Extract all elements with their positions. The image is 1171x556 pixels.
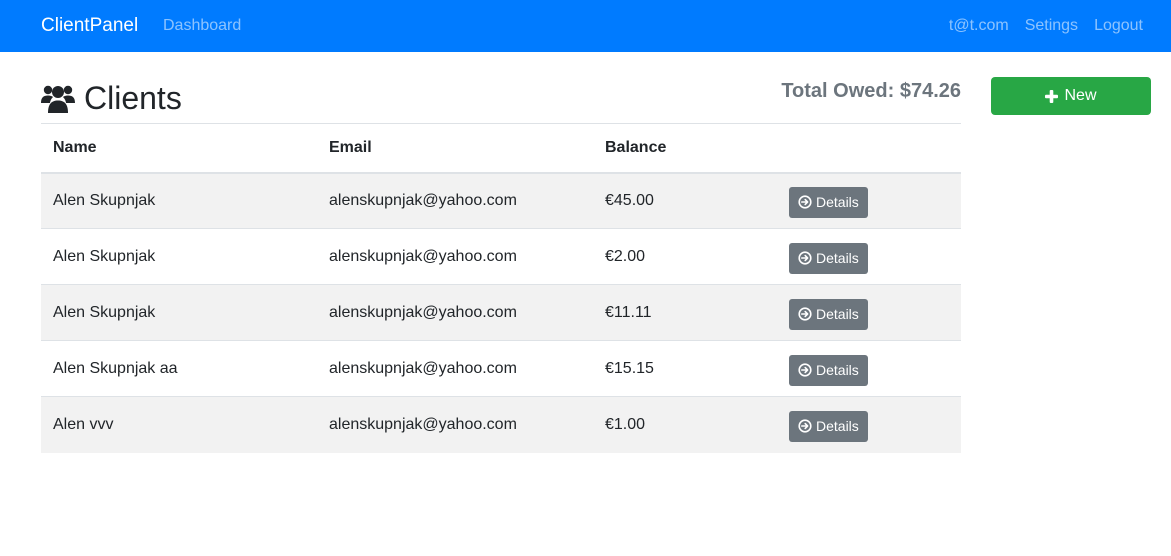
details-button-label: Details (816, 418, 859, 435)
details-button[interactable]: Details (789, 354, 868, 386)
header-name: Name (41, 123, 317, 174)
arrow-circle-right-icon (798, 363, 812, 377)
details-button-label: Details (816, 194, 859, 211)
client-actions-cell: Details (777, 228, 961, 285)
client-name-cell: Alen Skupnjak aa (41, 340, 317, 397)
table-row: Alen Skupnjak alenskupnjak@yahoo.com €2.… (41, 228, 961, 285)
nav-right-group: t@t.com Setings Logout (949, 15, 1143, 37)
table-row: Alen Skupnjak aa alenskupnjak@yahoo.com … (41, 340, 961, 397)
client-email-cell: alenskupnjak@yahoo.com (317, 284, 593, 341)
arrow-circle-right-icon (798, 419, 812, 433)
table-header-row: Name Email Balance (41, 123, 961, 174)
nav-settings-link[interactable]: Setings (1025, 15, 1078, 37)
details-button[interactable]: Details (789, 298, 868, 330)
plus-icon (1045, 89, 1059, 103)
clients-table: Name Email Balance Alen Skupnjak alensku… (41, 123, 961, 453)
client-name-cell: Alen Skupnjak (41, 228, 317, 285)
nav-logout-link[interactable]: Logout (1094, 15, 1143, 37)
client-name-cell: Alen Skupnjak (41, 284, 317, 341)
brand-link[interactable]: ClientPanel (41, 13, 138, 39)
details-button-label: Details (816, 306, 859, 322)
details-button[interactable]: Details (789, 186, 868, 218)
client-email-cell: alenskupnjak@yahoo.com (317, 172, 593, 229)
client-balance-cell: €2.00 (593, 228, 777, 285)
client-actions-cell: Details (777, 340, 961, 397)
nav-dashboard-link[interactable]: Dashboard (163, 15, 241, 37)
table-row: Alen Skupnjak alenskupnjak@yahoo.com €11… (41, 284, 961, 341)
page-title-text: Clients (84, 80, 182, 116)
client-balance-cell: €1.00 (593, 396, 777, 453)
client-email-cell: alenskupnjak@yahoo.com (317, 340, 593, 397)
nav-user-email-link[interactable]: t@t.com (949, 15, 1009, 37)
navbar: ClientPanel Dashboard t@t.com Setings Lo… (0, 0, 1171, 52)
client-name-cell: Alen vvv (41, 396, 317, 453)
new-client-button-label: New (1064, 87, 1097, 104)
client-email-cell: alenskupnjak@yahoo.com (317, 228, 593, 285)
table-row: Alen Skupnjak alenskupnjak@yahoo.com €45… (41, 172, 961, 229)
details-button-label: Details (816, 250, 859, 266)
client-actions-cell: Details (777, 172, 961, 229)
client-actions-cell: Details (777, 284, 961, 341)
client-balance-cell: €45.00 (593, 172, 777, 229)
total-owed-text: Total Owed: $74.26 (781, 80, 961, 102)
table-row: Alen vvv alenskupnjak@yahoo.com €1.00 De… (41, 396, 961, 453)
header-email: Email (317, 123, 593, 174)
arrow-circle-right-icon (798, 195, 812, 209)
new-client-button[interactable]: New (991, 77, 1151, 115)
header-balance: Balance (593, 123, 777, 174)
client-email-cell: alenskupnjak@yahoo.com (317, 396, 593, 453)
details-button[interactable]: Details (789, 242, 868, 274)
header-actions (777, 123, 961, 174)
client-balance-cell: €11.11 (593, 284, 777, 341)
client-actions-cell: Details (777, 396, 961, 453)
client-balance-cell: €15.15 (593, 340, 777, 397)
details-button-label: Details (816, 362, 859, 378)
users-icon (41, 85, 75, 113)
details-button[interactable]: Details (789, 410, 868, 442)
page-title: Clients (41, 78, 182, 118)
arrow-circle-right-icon (798, 251, 812, 265)
arrow-circle-right-icon (798, 307, 812, 321)
client-name-cell: Alen Skupnjak (41, 172, 317, 229)
